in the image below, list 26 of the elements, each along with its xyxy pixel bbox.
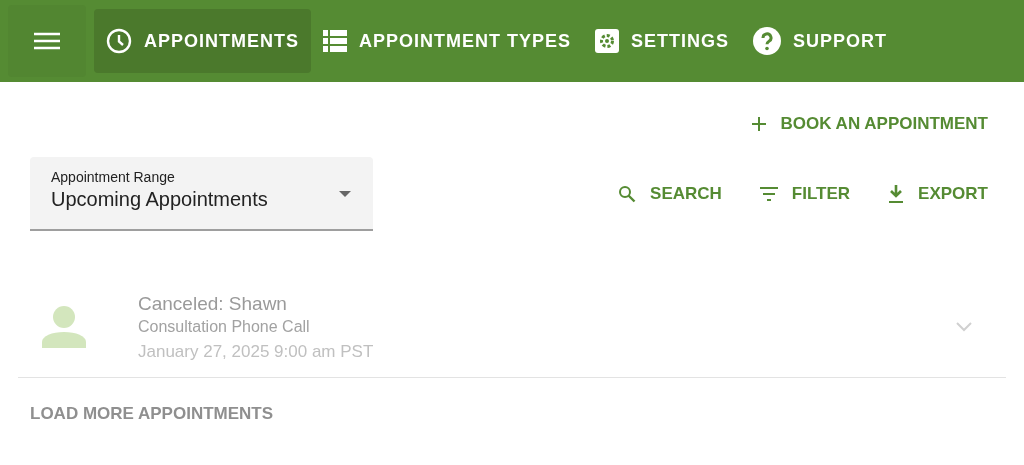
person-avatar-icon: [42, 306, 86, 348]
search-button[interactable]: SEARCH: [610, 178, 730, 210]
range-select[interactable]: Appointment Range Upcoming Appointments: [30, 157, 373, 231]
gear-icon: [595, 29, 620, 53]
search-icon: [618, 185, 637, 203]
dropdown-caret-icon: [339, 191, 351, 197]
list-icon: [323, 30, 347, 52]
filter-button[interactable]: FILTER: [751, 178, 859, 210]
export-button[interactable]: EXPORT: [880, 178, 996, 210]
appointment-title: Canceled: Shawn: [138, 292, 288, 315]
appointment-type: Consultation Phone Call: [138, 317, 311, 336]
plus-icon: [750, 116, 767, 132]
nav-tab[interactable]: APPOINTMENTS: [94, 9, 311, 73]
filter-icon: [759, 187, 778, 201]
menu-icon: [34, 32, 60, 50]
nav-tab[interactable]: SUPPORT: [741, 9, 900, 73]
load-more-button[interactable]: LOAD MORE APPOINTMENTS: [18, 398, 286, 430]
appointment-time: January 27, 2025 9:00 am PST: [138, 341, 375, 362]
book-appointment-button[interactable]: BOOK AN APPOINTMENT: [742, 108, 996, 140]
menu-button[interactable]: [8, 5, 86, 77]
chevron-down-icon: [956, 321, 972, 332]
nav-tab[interactable]: APPOINTMENT TYPES: [311, 9, 584, 73]
download-icon: [888, 185, 905, 203]
clock-icon: [106, 28, 132, 54]
help-icon: [753, 27, 782, 55]
nav-tab[interactable]: SETTINGS: [583, 9, 742, 73]
